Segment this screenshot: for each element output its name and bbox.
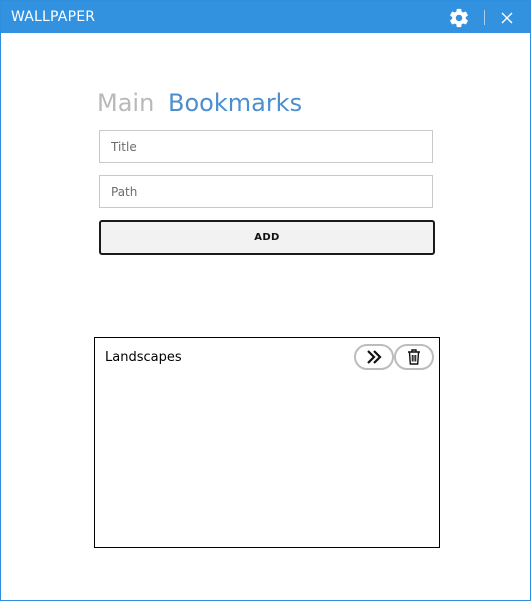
tab-main[interactable]: Main bbox=[97, 89, 154, 117]
gear-icon[interactable] bbox=[447, 7, 471, 29]
app-title: WALLPAPER bbox=[11, 9, 96, 25]
double-chevron-right-icon bbox=[356, 349, 392, 365]
add-button[interactable]: ADD bbox=[99, 220, 435, 255]
bookmark-label: Landscapes bbox=[105, 350, 182, 365]
tab-bookmarks[interactable]: Bookmarks bbox=[168, 89, 302, 117]
open-bookmark-button[interactable] bbox=[354, 344, 394, 370]
app-window: WALLPAPER Main Bookmarks ADD Landscapes bbox=[0, 0, 531, 601]
path-input[interactable] bbox=[99, 175, 433, 208]
close-icon[interactable] bbox=[500, 10, 514, 24]
title-input[interactable] bbox=[99, 130, 433, 163]
titlebar-separator bbox=[484, 10, 485, 25]
bookmark-list: Landscapes bbox=[94, 337, 440, 548]
trash-icon bbox=[396, 348, 432, 366]
title-bar: WALLPAPER bbox=[1, 1, 530, 33]
delete-bookmark-button[interactable] bbox=[394, 344, 434, 370]
